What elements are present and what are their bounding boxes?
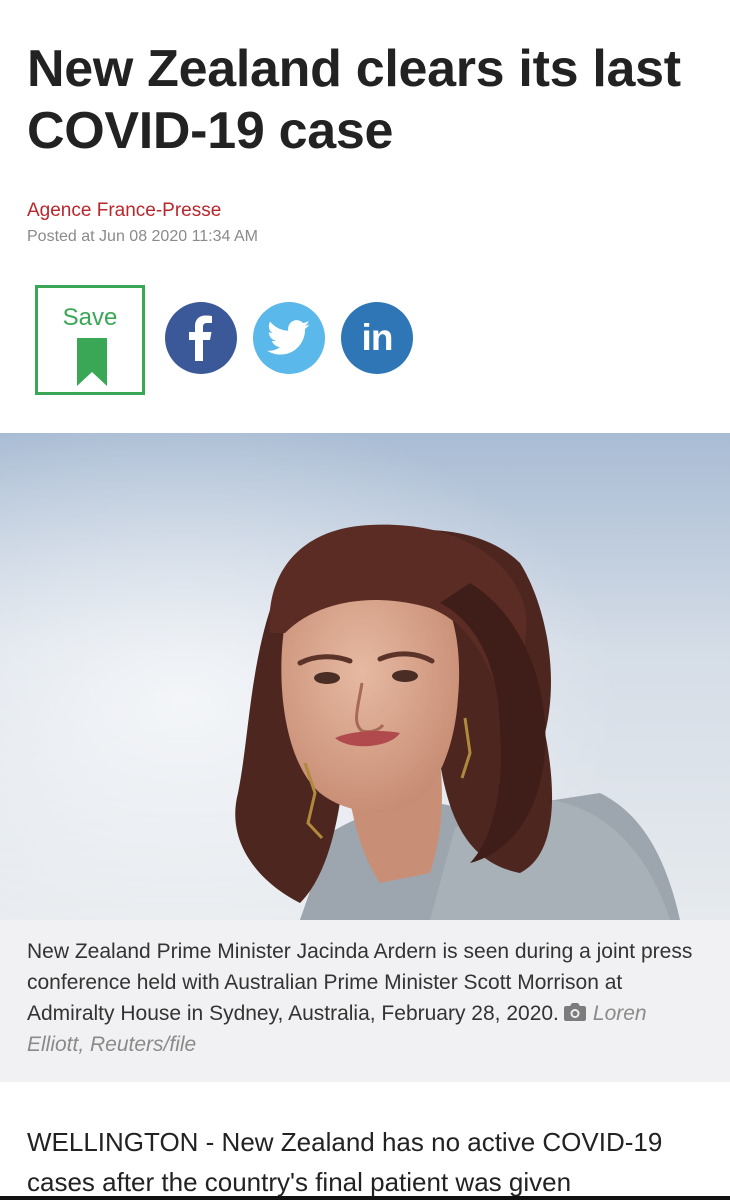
linkedin-share-button[interactable]: in <box>341 302 413 374</box>
camera-icon <box>563 1003 586 1021</box>
facebook-icon <box>189 315 212 361</box>
article-headline: New Zealand clears its last COVID-19 cas… <box>27 40 681 160</box>
bottom-divider <box>0 1196 730 1200</box>
bookmark-icon <box>77 338 107 386</box>
photo-caption: New Zealand Prime Minister Jacinda Arder… <box>27 936 707 1060</box>
twitter-share-button[interactable] <box>253 302 325 374</box>
article-source[interactable]: Agence France-Presse <box>27 200 221 222</box>
article-posted-date: Posted at Jun 08 2020 11:34 AM <box>27 228 258 245</box>
facebook-share-button[interactable] <box>165 302 237 374</box>
save-label: Save <box>62 304 118 331</box>
twitter-icon <box>267 320 310 355</box>
article-photo <box>0 433 730 920</box>
save-button[interactable]: Save <box>35 285 145 395</box>
photo-caption-box: New Zealand Prime Minister Jacinda Arder… <box>0 920 730 1082</box>
linkedin-icon: in <box>361 317 394 358</box>
article-body-lead: WELLINGTON - New Zealand has no active C… <box>27 1127 663 1197</box>
